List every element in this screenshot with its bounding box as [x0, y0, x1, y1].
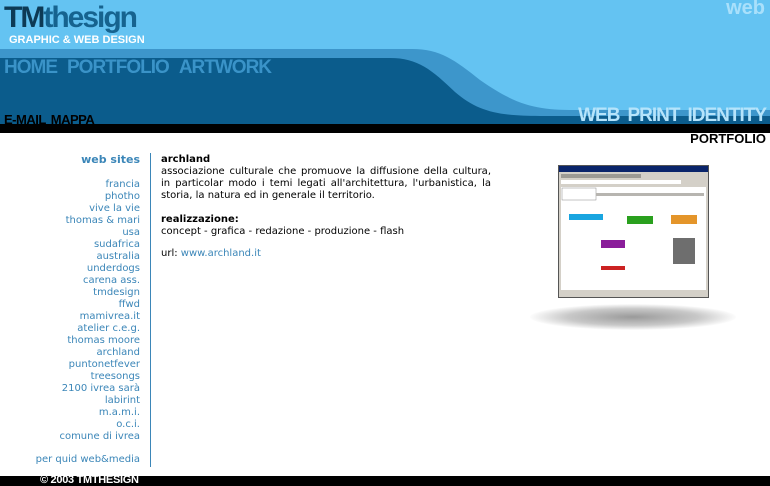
sidebar-item-atelier-ceg[interactable]: atelier c.e.g. — [0, 323, 140, 335]
sidebar-item-ffwd[interactable]: ffwd — [0, 299, 140, 311]
header-divider — [0, 124, 770, 133]
section-title: PORTFOLIO — [690, 131, 766, 146]
main-nav: HOME PORTFOLIO ARTWORK — [4, 57, 281, 79]
project-url-row: url: www.archland.it — [161, 248, 491, 260]
sidebar-item-tmdesign[interactable]: tmdesign — [0, 287, 140, 299]
secondary-nav: E-MAIL MAPPA — [4, 112, 99, 124]
url-label: url: — [161, 248, 181, 259]
sidebar-item-archland[interactable]: archland — [0, 347, 140, 359]
sidebar-title: web sites — [81, 153, 140, 166]
project-details: archland associazione culturale che prom… — [161, 154, 491, 260]
logo-mark: TM — [4, 1, 45, 34]
sidebar-item-mamivrea[interactable]: mamivrea.it — [0, 311, 140, 323]
sidebar-item-puntonetfever[interactable]: puntonetfever — [0, 359, 140, 371]
nav-home[interactable]: HOME — [4, 57, 58, 78]
sidebar-divider — [150, 153, 151, 467]
thumbnail-shadow — [530, 304, 736, 330]
sidebar-item-thomas-moore[interactable]: thomas moore — [0, 335, 140, 347]
sidebar-item-2100-ivrea[interactable]: 2100 ivrea sarà — [0, 383, 140, 395]
sidebar-item-usa[interactable]: usa — [0, 227, 140, 239]
sidebar-item-underdogs[interactable]: underdogs — [0, 263, 140, 275]
nav-email[interactable]: E-MAIL — [4, 112, 46, 124]
corner-label: web — [726, 0, 765, 19]
nav-mappa[interactable]: MAPPA — [51, 112, 95, 124]
sidebar-item-sudafrica[interactable]: sudafrica — [0, 239, 140, 251]
services-nav: WEB PRINT IDENTITY — [570, 105, 767, 124]
sidebar-footer-link[interactable]: per quid web&media — [36, 454, 140, 465]
logo-tagline: GRAPHIC & WEB DESIGN — [9, 34, 145, 46]
sidebar: web sites francia photho vive la vie tho… — [0, 153, 140, 465]
sidebar-item-carena[interactable]: carena ass. — [0, 275, 140, 287]
nav-portfolio[interactable]: PORTFOLIO — [67, 57, 170, 78]
sidebar-item-francia[interactable]: francia — [0, 179, 140, 191]
sidebar-item-comune-ivrea[interactable]: comune di ivrea — [0, 431, 140, 443]
sidebar-item-mami[interactable]: m.a.m.i. — [0, 407, 140, 419]
sidebar-item-vive-la-vie[interactable]: vive la vie — [0, 203, 140, 215]
nav-print[interactable]: PRINT — [627, 105, 680, 124]
sidebar-item-oci[interactable]: o.c.i. — [0, 419, 140, 431]
realization-label: realizzazione: — [161, 214, 239, 225]
copyright-text: © 2003 TMTHESIGN — [40, 474, 139, 486]
site-logo[interactable]: TMthesign — [4, 1, 138, 34]
nav-identity[interactable]: IDENTITY — [687, 105, 767, 124]
sidebar-item-thomas-mari[interactable]: thomas & mari — [0, 215, 140, 227]
sidebar-item-australia[interactable]: australia — [0, 251, 140, 263]
thumbnail-graphic — [559, 166, 708, 297]
sidebar-item-photho[interactable]: photho — [0, 191, 140, 203]
nav-artwork[interactable]: ARTWORK — [179, 57, 272, 78]
project-description: associazione culturale che promuove la d… — [161, 166, 491, 201]
sidebar-item-treesongs[interactable]: treesongs — [0, 371, 140, 383]
project-screenshot-thumbnail[interactable] — [558, 165, 709, 298]
nav-web[interactable]: WEB — [578, 105, 620, 124]
sidebar-item-labirint[interactable]: labirint — [0, 395, 140, 407]
header-banner: TMthesign GRAPHIC & WEB DESIGN web HOME P… — [0, 0, 770, 124]
project-url-link[interactable]: www.archland.it — [181, 248, 261, 259]
realization-list: concept - grafica - redazione - produzio… — [161, 226, 405, 237]
logo-text: thesign — [43, 1, 138, 34]
project-title: archland — [161, 154, 211, 165]
footer-bar: © 2003 TMTHESIGN — [0, 474, 770, 486]
